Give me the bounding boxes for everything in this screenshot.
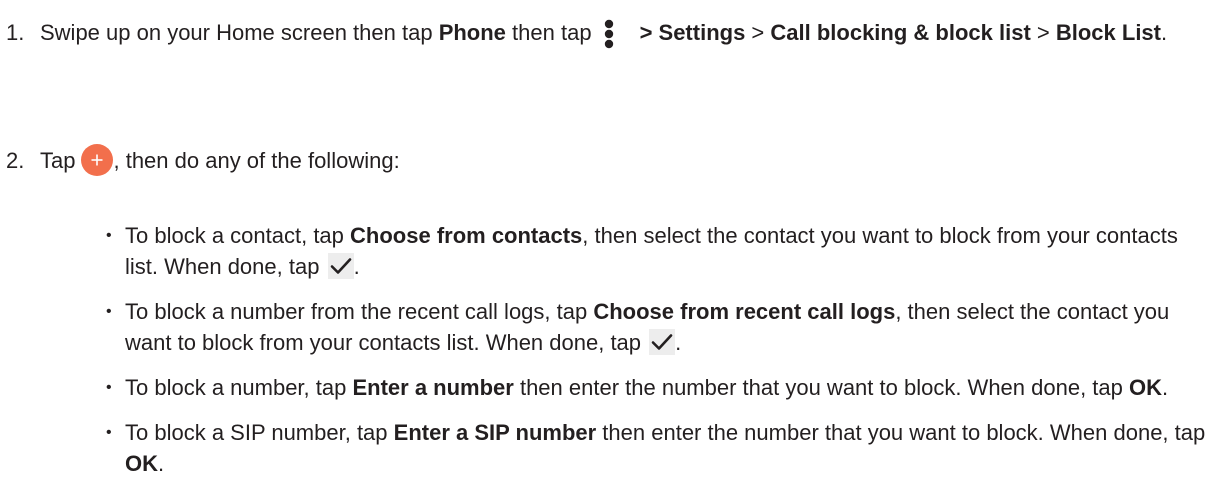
path-separator: >: [745, 20, 771, 45]
step-1-text-part: then tap: [505, 20, 592, 45]
path-separator: >: [1030, 20, 1056, 45]
step-2-text: Tap , then do any of the following:: [40, 144, 1220, 177]
option-text: To block a number, tap: [125, 375, 353, 400]
bullet: •: [106, 379, 112, 396]
sentence-end: .: [1161, 20, 1168, 45]
list-item: • To block a number, tap Enter a number t…: [106, 372, 1216, 403]
list-item: • To block a SIP number, tap Enter a SIP …: [106, 417, 1216, 479]
option-text: then enter the number that you want to b…: [596, 420, 1206, 445]
option-text: To block a SIP number, tap: [125, 420, 394, 445]
phone-app-label: Phone: [438, 20, 506, 45]
sentence-end: .: [353, 254, 360, 279]
call-blocking-label: Call blocking & block list: [770, 20, 1031, 45]
option-text: then enter the number that you want to b…: [513, 375, 1130, 400]
step-2-text-part: , then do any of the following:: [113, 148, 400, 173]
ok-label: OK: [125, 451, 158, 476]
bullet: •: [106, 424, 112, 441]
choose-from-contacts-label: Choose from contacts: [350, 223, 583, 248]
step-1-text-part: Swipe up on your Home screen then tap: [40, 20, 439, 45]
sentence-end: .: [158, 451, 165, 476]
step-2-text-part: Tap: [40, 148, 76, 173]
checkmark-icon: [649, 329, 676, 356]
sentence-end: .: [1162, 375, 1169, 400]
bullet: •: [106, 303, 112, 320]
choose-from-recent-call-logs-label: Choose from recent call logs: [593, 299, 896, 324]
bullet: •: [106, 227, 112, 244]
sentence-end: .: [675, 330, 682, 355]
checkmark-icon: [327, 253, 354, 280]
option-text: To block a number from the recent call l…: [125, 299, 594, 324]
step-1-number: 1.: [6, 20, 25, 45]
ok-label: OK: [1129, 375, 1163, 400]
list-item: • To block a number from the recent call …: [106, 296, 1216, 358]
option-text: To block a contact, tap: [125, 223, 351, 248]
step-1-text: Swipe up on your Home screen then tap Ph…: [40, 17, 1220, 49]
block-list-label: Block List: [1055, 20, 1161, 45]
more-vertical-icon: [598, 19, 620, 49]
add-circle-icon: [81, 144, 114, 177]
block-options-list: • To block a contact, tap Choose from con…: [106, 220, 1216, 493]
settings-menu-label: > Settings: [639, 20, 746, 45]
enter-a-number-label: Enter a number: [352, 375, 514, 400]
list-item: • To block a contact, tap Choose from con…: [106, 220, 1216, 282]
step-2-number: 2.: [6, 148, 25, 173]
enter-a-sip-number-label: Enter a SIP number: [393, 420, 597, 445]
